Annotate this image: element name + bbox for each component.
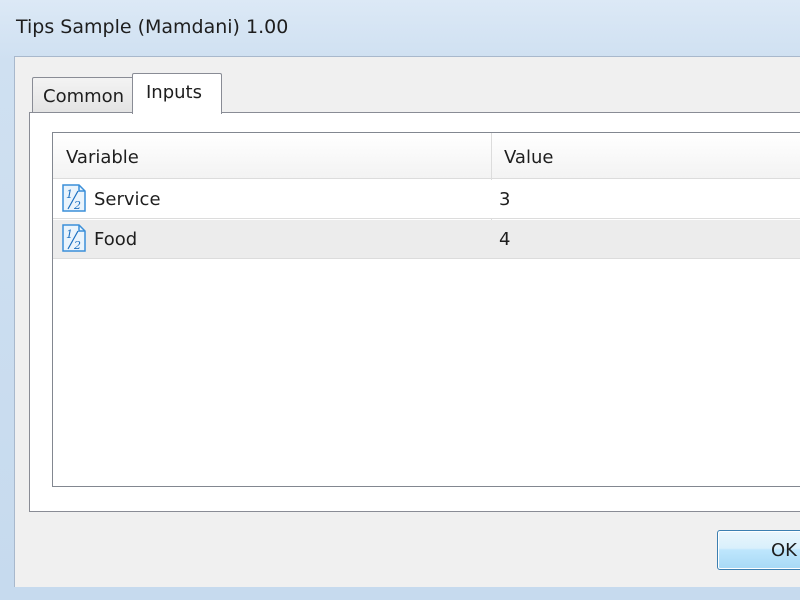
fraction-half-icon: 1 2	[59, 223, 89, 253]
tab-common-label: Common	[43, 86, 125, 107]
dialog-client-area: Common Inputs Variable Value 1 2 Service…	[14, 56, 800, 587]
window-title: Tips Sample (Mamdani) 1.00	[16, 16, 289, 38]
column-header-value[interactable]: Value	[504, 147, 553, 168]
variable-value[interactable]: 4	[499, 229, 510, 250]
fraction-half-icon: 1 2	[59, 183, 89, 213]
variable-name: Food	[94, 229, 138, 250]
variable-value[interactable]: 3	[499, 189, 510, 210]
variable-name: Service	[94, 189, 161, 210]
svg-text:1: 1	[66, 188, 73, 201]
svg-text:2: 2	[73, 199, 81, 212]
tab-inputs[interactable]: Inputs	[132, 73, 222, 114]
tab-common[interactable]: Common	[32, 77, 134, 113]
grid-header: Variable Value	[53, 133, 800, 179]
ok-button-label: OK	[771, 540, 797, 561]
dialog-window: Tips Sample (Mamdani) 1.00 Common Inputs…	[0, 0, 800, 600]
inputs-tab-panel: Variable Value 1 2 Service 3 1 2 Food 4	[29, 112, 800, 512]
table-row[interactable]: 1 2 Food 4	[53, 220, 800, 259]
tab-inputs-label: Inputs	[146, 82, 202, 103]
inputs-grid[interactable]: Variable Value 1 2 Service 3 1 2 Food 4	[52, 132, 800, 487]
title-bar[interactable]: Tips Sample (Mamdani) 1.00	[0, 0, 800, 56]
column-header-variable[interactable]: Variable	[66, 147, 139, 168]
svg-text:2: 2	[73, 239, 81, 252]
ok-button[interactable]: OK	[717, 530, 800, 570]
table-row[interactable]: 1 2 Service 3	[53, 180, 800, 219]
svg-text:1: 1	[66, 228, 73, 241]
